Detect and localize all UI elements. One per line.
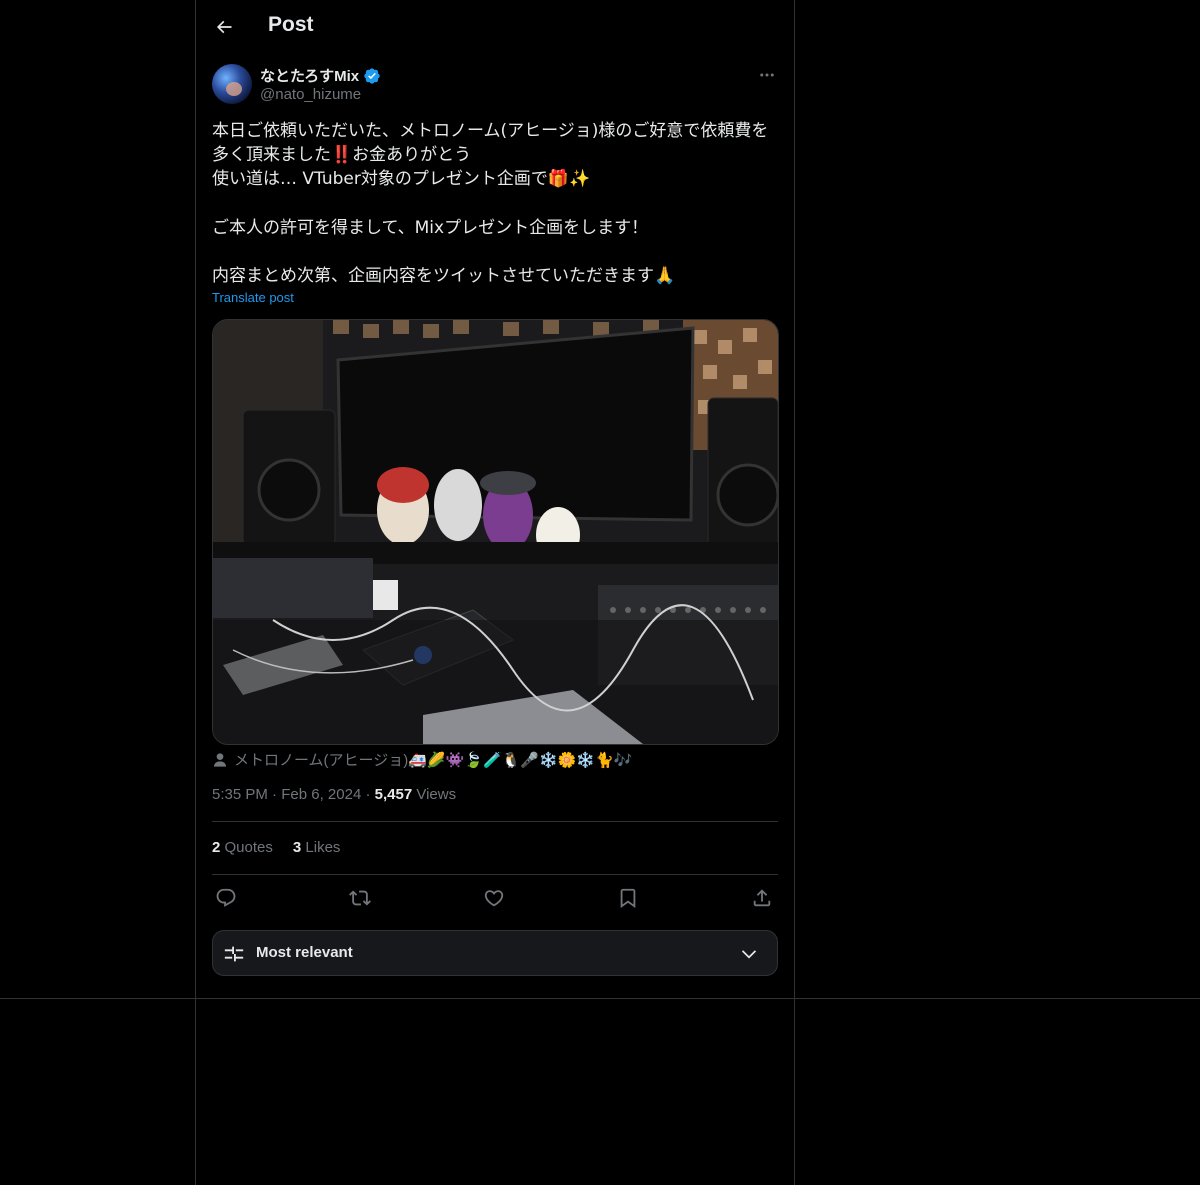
share-icon xyxy=(753,889,771,907)
header: Post xyxy=(196,0,794,55)
back-button[interactable] xyxy=(206,9,242,45)
main-column: Post なとたろすMix @nato_hizume 本日ご依頼いただいた、メト… xyxy=(195,0,795,1185)
bookmark-icon xyxy=(620,888,636,909)
translate-link[interactable]: Translate post xyxy=(212,290,294,305)
post-date[interactable]: Feb 6, 2024 xyxy=(281,786,361,803)
quotes-link[interactable]: 2 Quotes xyxy=(212,839,273,856)
back-arrow-icon xyxy=(216,20,232,34)
bookmark-button[interactable] xyxy=(614,884,642,912)
like-icon xyxy=(484,890,504,907)
sort-label: Most relevant xyxy=(256,944,353,961)
views-label: Views xyxy=(416,786,457,803)
engagement-stats: 2 Quotes 3 Likes xyxy=(212,839,340,856)
post-meta: 5:35 PM · Feb 6, 2024 · 5,457 Views xyxy=(212,786,456,803)
like-button[interactable] xyxy=(480,884,508,912)
more-icon xyxy=(760,73,774,77)
action-bar xyxy=(212,884,778,912)
tagged-user-name[interactable]: メトロノーム(アヒージョ)🚑🌽👾🍃🧪🐧🎤❄️🌼❄️🐈🎶 xyxy=(234,749,632,770)
sort-icon xyxy=(224,946,244,962)
views-count: 5,457 xyxy=(374,786,413,803)
tagged-user[interactable]: メトロノーム(アヒージョ)🚑🌽👾🍃🧪🐧🎤❄️🌼❄️🐈🎶 xyxy=(212,749,632,770)
post-time[interactable]: 5:35 PM xyxy=(212,786,268,803)
share-button[interactable] xyxy=(748,884,776,912)
meta-separator-2: · xyxy=(365,786,371,803)
repost-icon xyxy=(349,890,371,906)
meta-separator: · xyxy=(272,786,278,803)
page-title: Post xyxy=(268,13,314,36)
reply-icon xyxy=(216,888,236,907)
more-button[interactable] xyxy=(756,64,778,86)
verified-icon xyxy=(364,67,380,84)
divider xyxy=(212,874,778,875)
section-divider xyxy=(0,998,1200,999)
chevron-down-icon xyxy=(741,950,757,959)
reply-button[interactable] xyxy=(212,884,240,912)
tweet-text: 本日ご依頼いただいた、メトロノーム(アヒージョ)様のご好意で依頼費を多く頂来まし… xyxy=(212,121,769,287)
sort-replies-dropdown[interactable]: Most relevant xyxy=(212,930,778,976)
author-handle[interactable]: @nato_hizume xyxy=(260,86,361,103)
repost-button[interactable] xyxy=(346,884,374,912)
studio-photo xyxy=(213,320,778,744)
author-name-row[interactable]: なとたろすMix xyxy=(260,65,381,86)
author-name[interactable]: なとたろすMix xyxy=(260,65,359,86)
person-icon xyxy=(214,752,226,767)
divider xyxy=(212,821,778,822)
avatar[interactable] xyxy=(212,64,252,104)
likes-link[interactable]: 3 Likes xyxy=(293,839,341,856)
tweet-photo[interactable] xyxy=(212,319,779,745)
